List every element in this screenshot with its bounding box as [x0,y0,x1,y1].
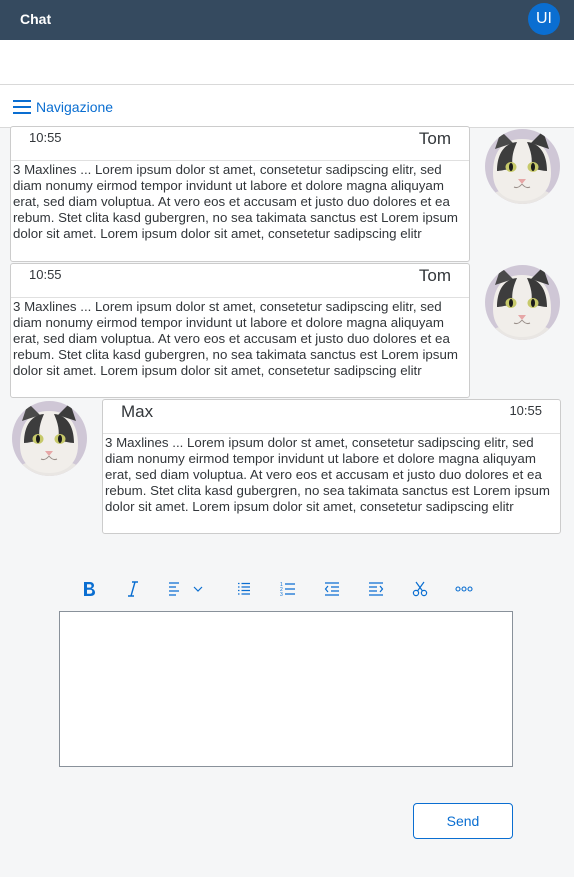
outdent-icon[interactable] [319,576,345,602]
message-time: 10:55 [509,403,542,418]
sender-avatar [485,129,560,204]
chat-message: 10:55 Tom 3 Maxlines ... Lorem ipsum dol… [10,126,470,262]
message-time: 10:55 [29,130,62,145]
message-header: 10:55 Tom [11,127,469,161]
ordered-list-icon[interactable]: 123 [275,576,301,602]
sender-avatar [485,265,560,340]
message-header: Max 10:55 [103,400,560,434]
message-header: 10:55 Tom [11,264,469,298]
sub-header [0,40,574,85]
user-avatar[interactable]: UI [528,3,560,35]
bold-icon[interactable] [76,576,102,602]
rich-text-toolbar: 123 [70,576,510,602]
message-sender: Tom [418,129,451,148]
message-text: 3 Maxlines ... Lorem ipsum dolor st amet… [13,162,458,241]
cut-icon[interactable] [407,576,433,602]
message-sender: Max [121,402,154,421]
navigation-link[interactable]: Navigazione [36,99,113,115]
shell-bar: Chat UI [0,0,574,40]
message-time: 10:55 [29,267,62,282]
message-sender: Tom [418,266,451,285]
message-editor[interactable] [59,611,513,767]
message-text: 3 Maxlines ... Lorem ipsum dolor st amet… [105,435,550,514]
unordered-list-icon[interactable] [231,576,257,602]
indent-icon[interactable] [363,576,389,602]
message-text: 3 Maxlines ... Lorem ipsum dolor st amet… [13,299,458,378]
chat-message: Max 10:55 3 Maxlines ... Lorem ipsum dol… [102,399,561,534]
send-button[interactable]: Send [413,803,513,839]
overflow-icon[interactable] [451,576,477,602]
svg-text:3: 3 [280,592,283,597]
sender-avatar [12,401,87,476]
chat-message: 10:55 Tom 3 Maxlines ... Lorem ipsum dol… [10,263,470,398]
italic-icon[interactable] [120,576,146,602]
menu-icon[interactable] [13,100,31,114]
text-align-icon[interactable] [166,576,206,602]
navigation-bar: Navigazione [0,85,574,128]
app-title: Chat [20,11,52,27]
